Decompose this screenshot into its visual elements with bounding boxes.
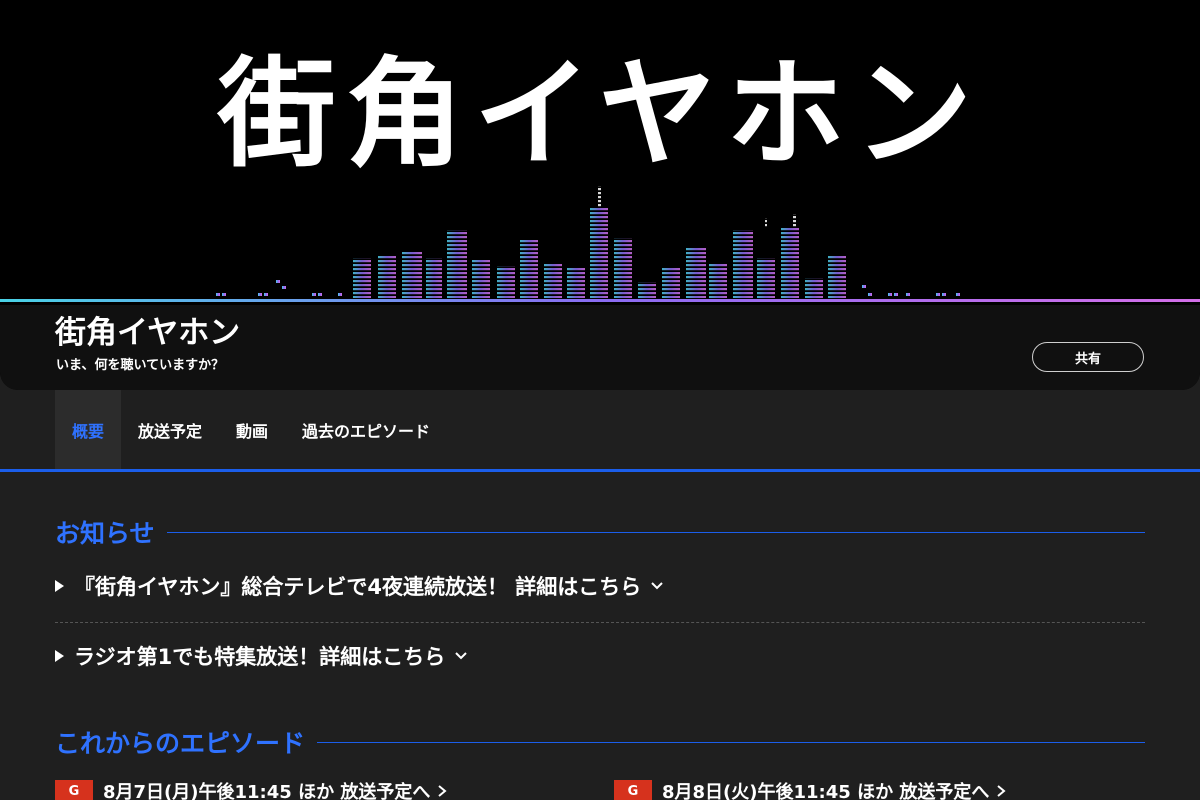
tab-videos[interactable]: 動画: [219, 390, 285, 470]
share-button[interactable]: 共有: [1032, 342, 1144, 372]
channel-badge: G: [614, 780, 652, 800]
show-logo: 街角イヤホン: [217, 45, 983, 183]
episode-link[interactable]: G 8月7日(月)午後11:45 ほか 放送予定へ: [55, 777, 448, 800]
notice-item[interactable]: ラジオ第1でも特集放送！詳細はこちら: [55, 638, 1145, 674]
notice-divider: [55, 622, 1145, 623]
disclosure-triangle-icon: [55, 580, 64, 592]
page: 街角イヤホン 街角イヤホン いま、何を聴いていますか？ 共有 概要 放送予定 動…: [0, 0, 1200, 800]
chevron-right-icon: [997, 785, 1006, 797]
episode-text: 8月7日(月)午後11:45 ほか 放送予定へ: [103, 782, 431, 800]
episode-text: 8月8日(火)午後11:45 ほか 放送予定へ: [662, 782, 990, 800]
notice-text: ラジオ第1でも特集放送！詳細はこちら: [74, 645, 446, 669]
channel-badge: G: [55, 780, 93, 800]
notice-item[interactable]: 『街角イヤホン』総合テレビで4夜連続放送！ 詳細はこちら: [55, 568, 1145, 604]
tab-schedule[interactable]: 放送予定: [121, 390, 219, 470]
notices-heading-label: お知らせ: [55, 519, 155, 548]
tab-overview[interactable]: 概要: [55, 390, 122, 470]
notice-text: 『街角イヤホン』総合テレビで4夜連続放送！ 詳細はこちら: [74, 575, 642, 599]
tab-underline: [0, 469, 1200, 472]
tab-bar: 概要 放送予定 動画 過去のエピソード: [0, 390, 1200, 470]
hero-banner: 街角イヤホン 街角イヤホン いま、何を聴いていますか？ 共有: [0, 0, 1200, 390]
episodes-heading-label: これからのエピソード: [55, 729, 306, 758]
show-info-bar: 街角イヤホン いま、何を聴いていますか？ 共有: [0, 305, 1200, 390]
notices-heading: お知らせ: [55, 515, 1145, 549]
chevron-down-icon: [455, 652, 467, 660]
show-subtitle: いま、何を聴いていますか？: [56, 358, 225, 373]
tab-past-episodes[interactable]: 過去のエピソード: [285, 390, 447, 470]
episodes-heading: これからのエピソード: [55, 725, 1145, 759]
show-title: 街角イヤホン: [55, 315, 241, 351]
chevron-down-icon: [651, 582, 664, 590]
disclosure-triangle-icon: [55, 650, 64, 662]
heading-rule: [166, 531, 1145, 533]
episode-link[interactable]: G 8月8日(火)午後11:45 ほか 放送予定へ: [614, 777, 1007, 800]
chevron-right-icon: [438, 785, 447, 797]
heading-rule: [317, 741, 1145, 743]
